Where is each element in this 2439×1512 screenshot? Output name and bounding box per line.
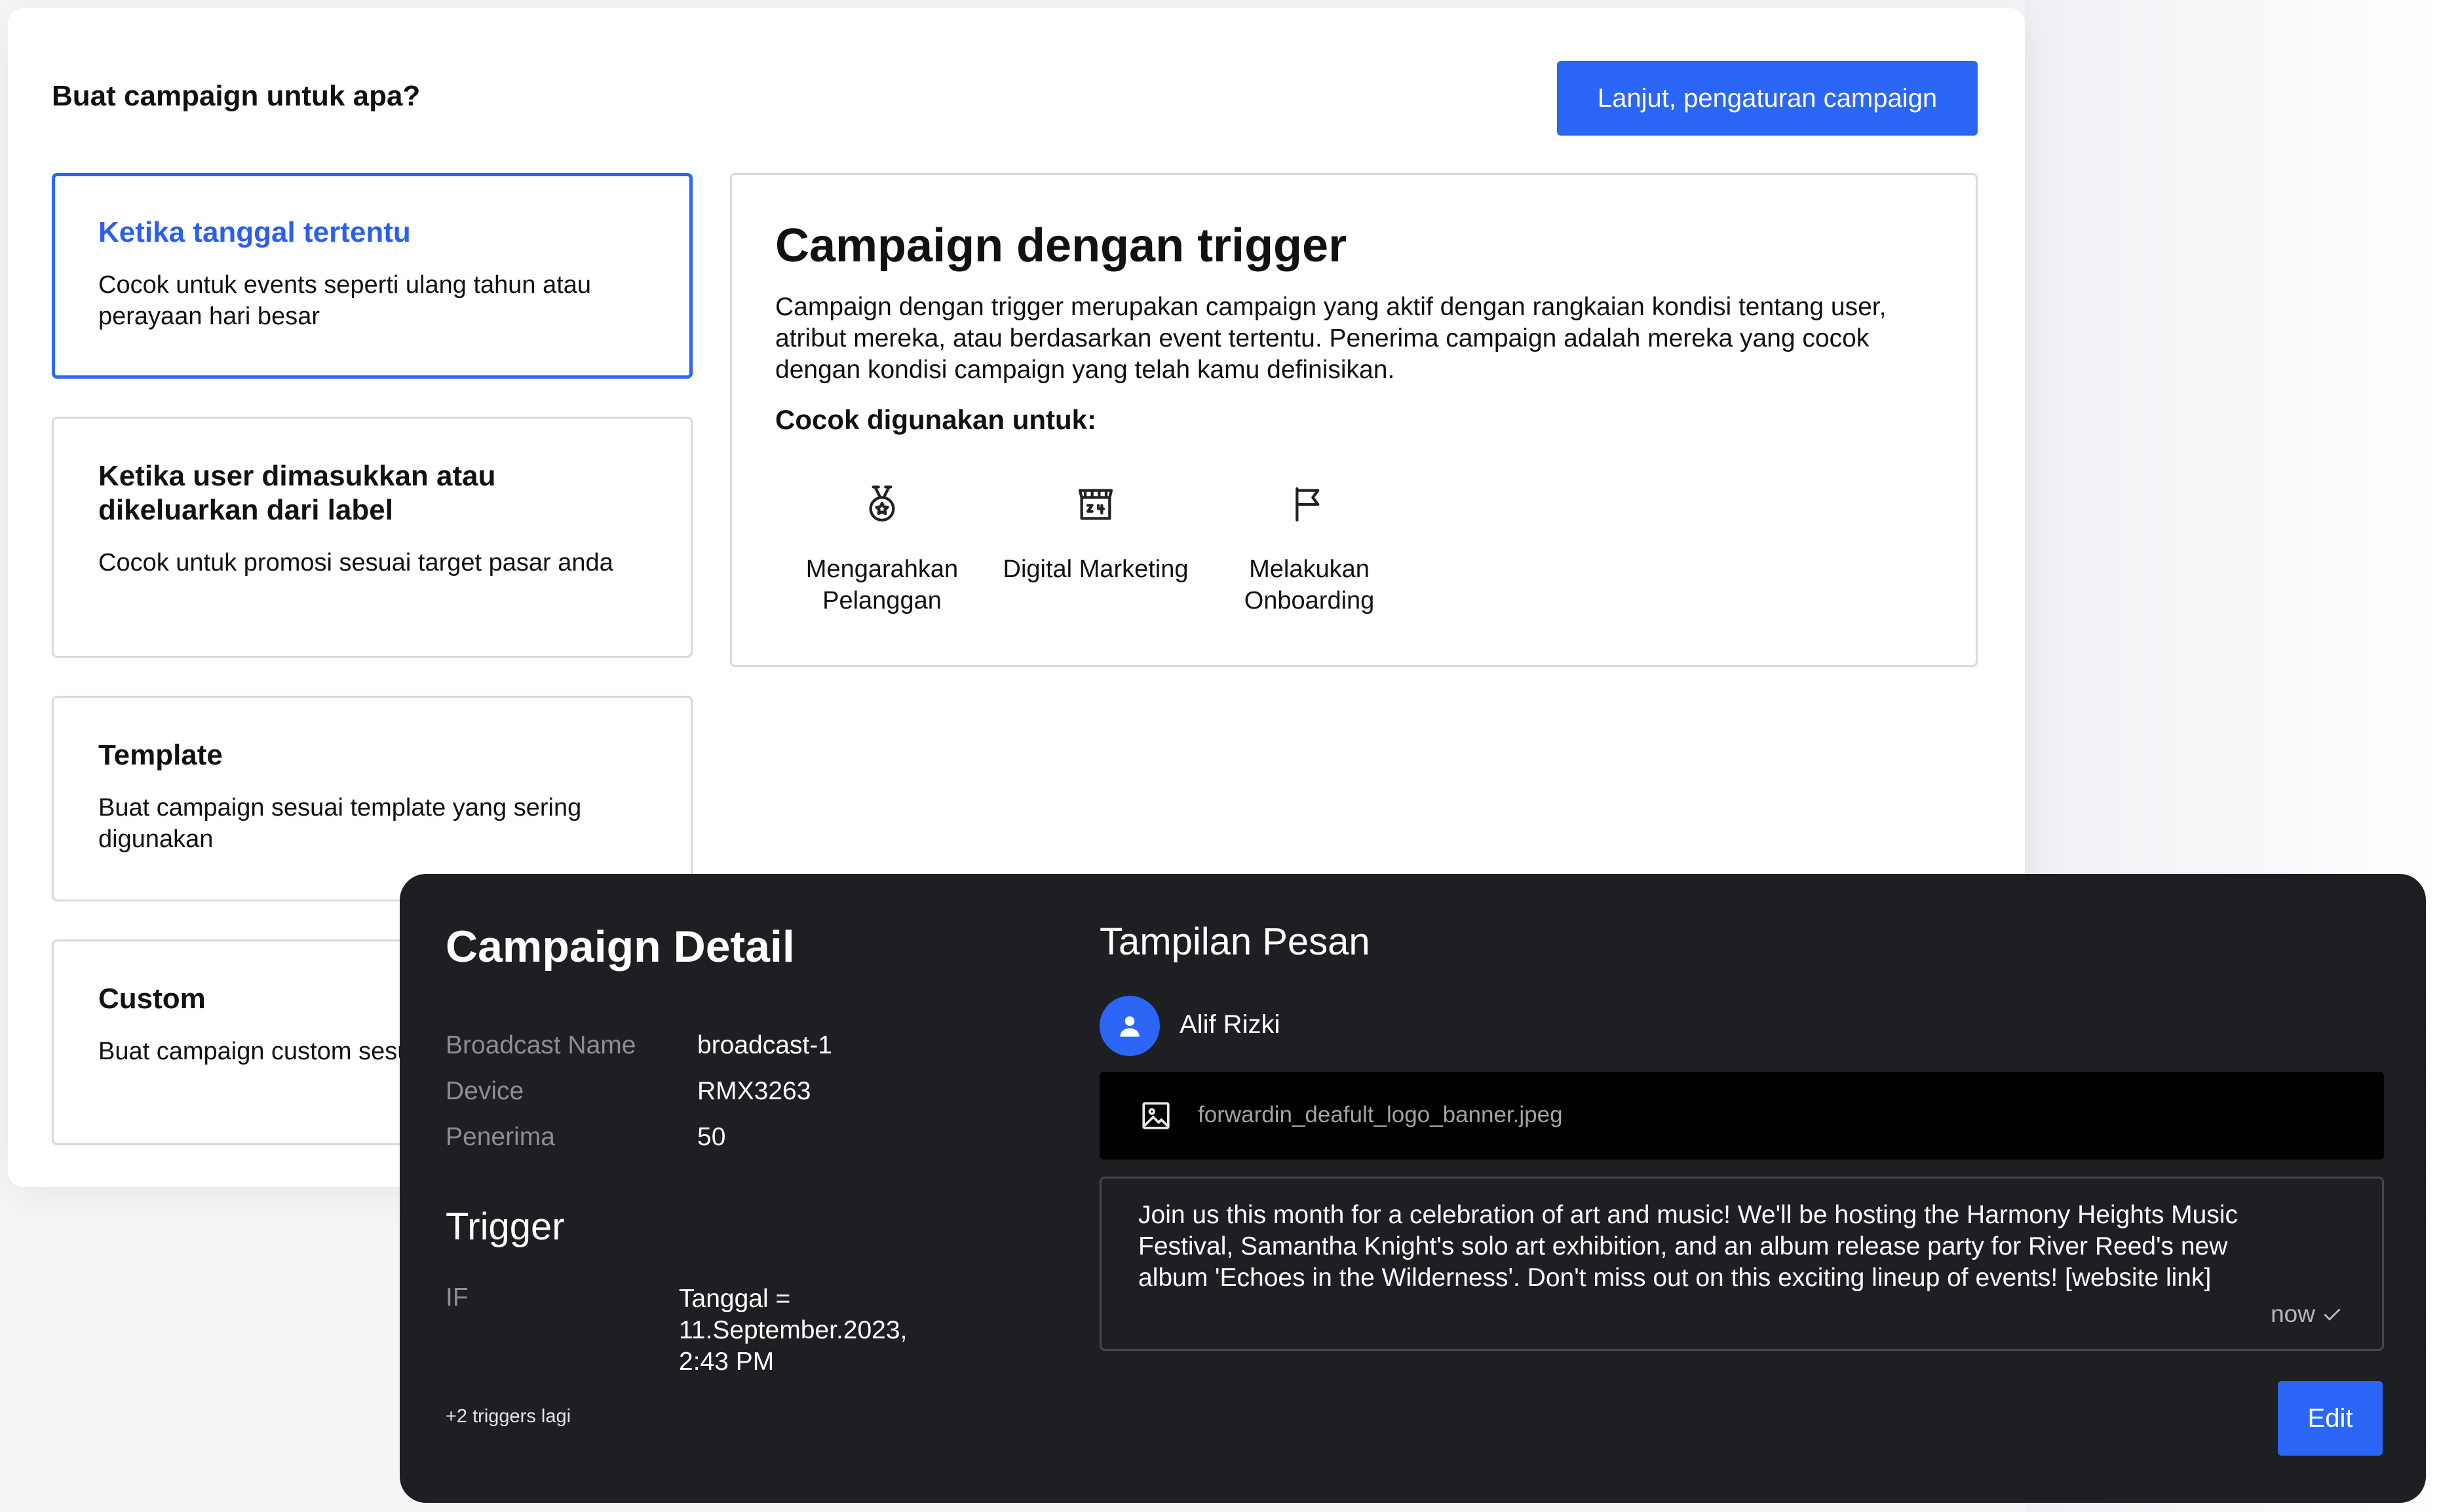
check-icon	[2324, 1308, 2341, 1321]
detail-title: Campaign Detail	[446, 922, 795, 972]
attachment-filename: forwardin_deafult_logo_banner.jpeg	[1198, 1102, 1563, 1127]
option-title: Template	[98, 739, 223, 771]
use-case-item: Mengarahkan Pelanggan	[775, 482, 989, 616]
option-description: Buat campaign sesuai template yang serin…	[98, 794, 582, 853]
medal-icon	[775, 482, 989, 527]
trigger-condition-value: Tanggal = 11.September.2023, 2:43 PM	[679, 1285, 908, 1376]
option-title: Ketika user dimasukkan atau dikeluarkan …	[98, 460, 496, 526]
uses-heading: Cocok digunakan untuk:	[775, 404, 1097, 435]
use-case-item: Melakukan Onboarding	[1202, 482, 1416, 616]
info-description: Campaign dengan trigger merupakan campai…	[775, 293, 1887, 384]
use-case-label: Mengarahkan Pelanggan	[805, 556, 959, 614]
campaign-detail-panel: Campaign Detail Broadcast Name broadcast…	[400, 874, 2426, 1503]
field-key: Penerima	[446, 1123, 555, 1151]
more-triggers-link[interactable]: +2 triggers lagi	[446, 1406, 571, 1427]
option-card-template[interactable]: Template Buat campaign sesuai template y…	[52, 696, 693, 901]
use-case-label: Melakukan Onboarding	[1244, 556, 1375, 614]
next-campaign-settings-button[interactable]: Lanjut, pengaturan campaign	[1557, 61, 1978, 136]
sender-name: Alif Rizki	[1180, 1010, 1280, 1039]
edit-button[interactable]: Edit	[2278, 1381, 2383, 1456]
image-attachment[interactable]: forwardin_deafult_logo_banner.jpeg	[1100, 1072, 2384, 1160]
option-description: Cocok untuk promosi sesuai target pasar …	[98, 549, 613, 576]
store-24-icon	[989, 482, 1202, 527]
preview-title: Tampilan Pesan	[1100, 920, 1370, 963]
option-title: Ketika tanggal tertentu	[98, 216, 411, 248]
message-status: now	[2271, 1300, 2343, 1328]
avatar	[1100, 996, 1160, 1056]
use-case-label: Digital Marketing	[1003, 556, 1189, 583]
use-cases-list: Mengarahkan Pelanggan Digital Marketing	[775, 482, 1932, 616]
page-title: Buat campaign untuk apa?	[52, 80, 421, 112]
image-icon	[1142, 1102, 1170, 1129]
user-icon	[1120, 1016, 1140, 1037]
message-text: Join us this month for a celebration of …	[1138, 1201, 2238, 1292]
option-card-specific-date[interactable]: Ketika tanggal tertentu Cocok untuk even…	[52, 173, 693, 379]
flag-icon	[1202, 482, 1416, 527]
field-value: 50	[697, 1123, 726, 1151]
message-bubble: Join us this month for a celebration of …	[1100, 1177, 2384, 1351]
campaign-info-panel: Campaign dengan trigger Campaign dengan …	[730, 173, 1978, 667]
field-value: RMX3263	[697, 1077, 811, 1105]
message-time: now	[2271, 1300, 2315, 1327]
field-value: broadcast-1	[697, 1031, 832, 1059]
trigger-condition-key: IF	[446, 1283, 469, 1312]
option-card-label[interactable]: Ketika user dimasukkan atau dikeluarkan …	[52, 417, 693, 658]
option-description: Cocok untuk events seperti ulang tahun a…	[98, 271, 592, 330]
use-case-item: Digital Marketing	[989, 482, 1202, 616]
field-key: Broadcast Name	[446, 1031, 636, 1059]
trigger-title: Trigger	[446, 1205, 565, 1248]
field-key: Device	[446, 1077, 524, 1105]
info-title: Campaign dengan trigger	[775, 219, 1347, 272]
